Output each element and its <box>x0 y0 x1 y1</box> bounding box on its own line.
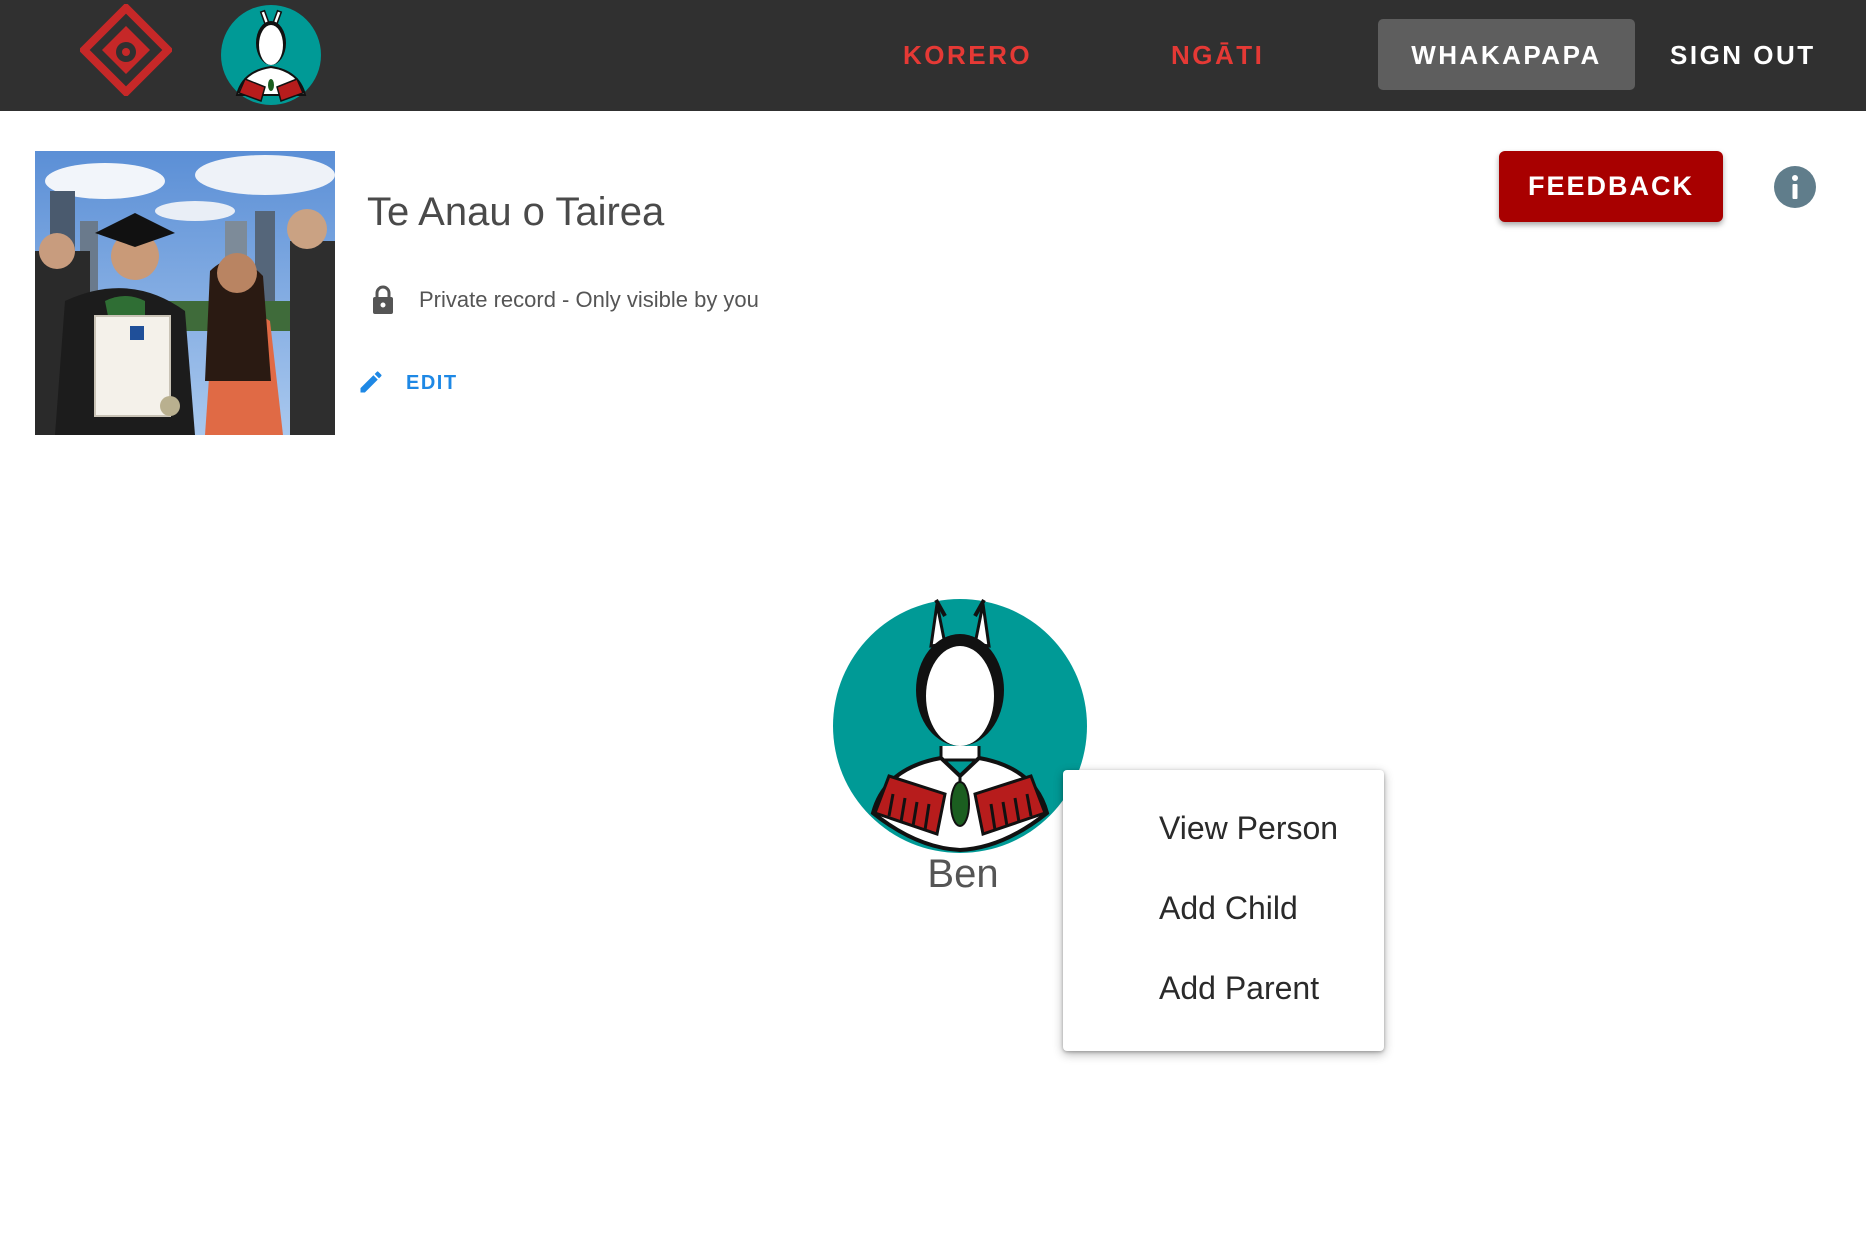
menu-item-add-child[interactable]: Add Child <box>1159 890 1298 927</box>
pencil-icon[interactable] <box>357 368 385 396</box>
record-title: Te Anau o Tairea <box>367 190 665 234</box>
privacy-status-text: Private record - Only visible by you <box>419 287 759 312</box>
menu-item-view-person[interactable]: View Person <box>1159 810 1338 847</box>
menu-item-add-parent[interactable]: Add Parent <box>1159 970 1319 1007</box>
nav-whakapapa[interactable]: WHAKAPAPA <box>1378 0 1635 111</box>
nav-korero[interactable]: KORERO <box>903 0 1032 111</box>
edit-button[interactable]: EDIT <box>406 372 458 395</box>
info-icon[interactable] <box>1774 166 1816 208</box>
koru-diamond-logo-icon[interactable] <box>80 4 172 96</box>
top-nav-bar: KORERO NGĀTI WHAKAPAPA SIGN OUT <box>0 0 1866 111</box>
user-avatar-icon[interactable] <box>221 5 321 105</box>
person-avatar-icon[interactable] <box>833 598 1087 853</box>
feedback-button[interactable]: FEEDBACK <box>1499 151 1723 222</box>
nav-ngati[interactable]: NGĀTI <box>1171 0 1264 111</box>
record-photo <box>35 151 335 435</box>
person-name[interactable]: Ben <box>880 852 1046 897</box>
lock-icon <box>373 285 393 314</box>
sign-out-button[interactable]: SIGN OUT <box>1670 0 1816 111</box>
person-context-menu: View Person Add Child Add Parent <box>1063 770 1384 1051</box>
